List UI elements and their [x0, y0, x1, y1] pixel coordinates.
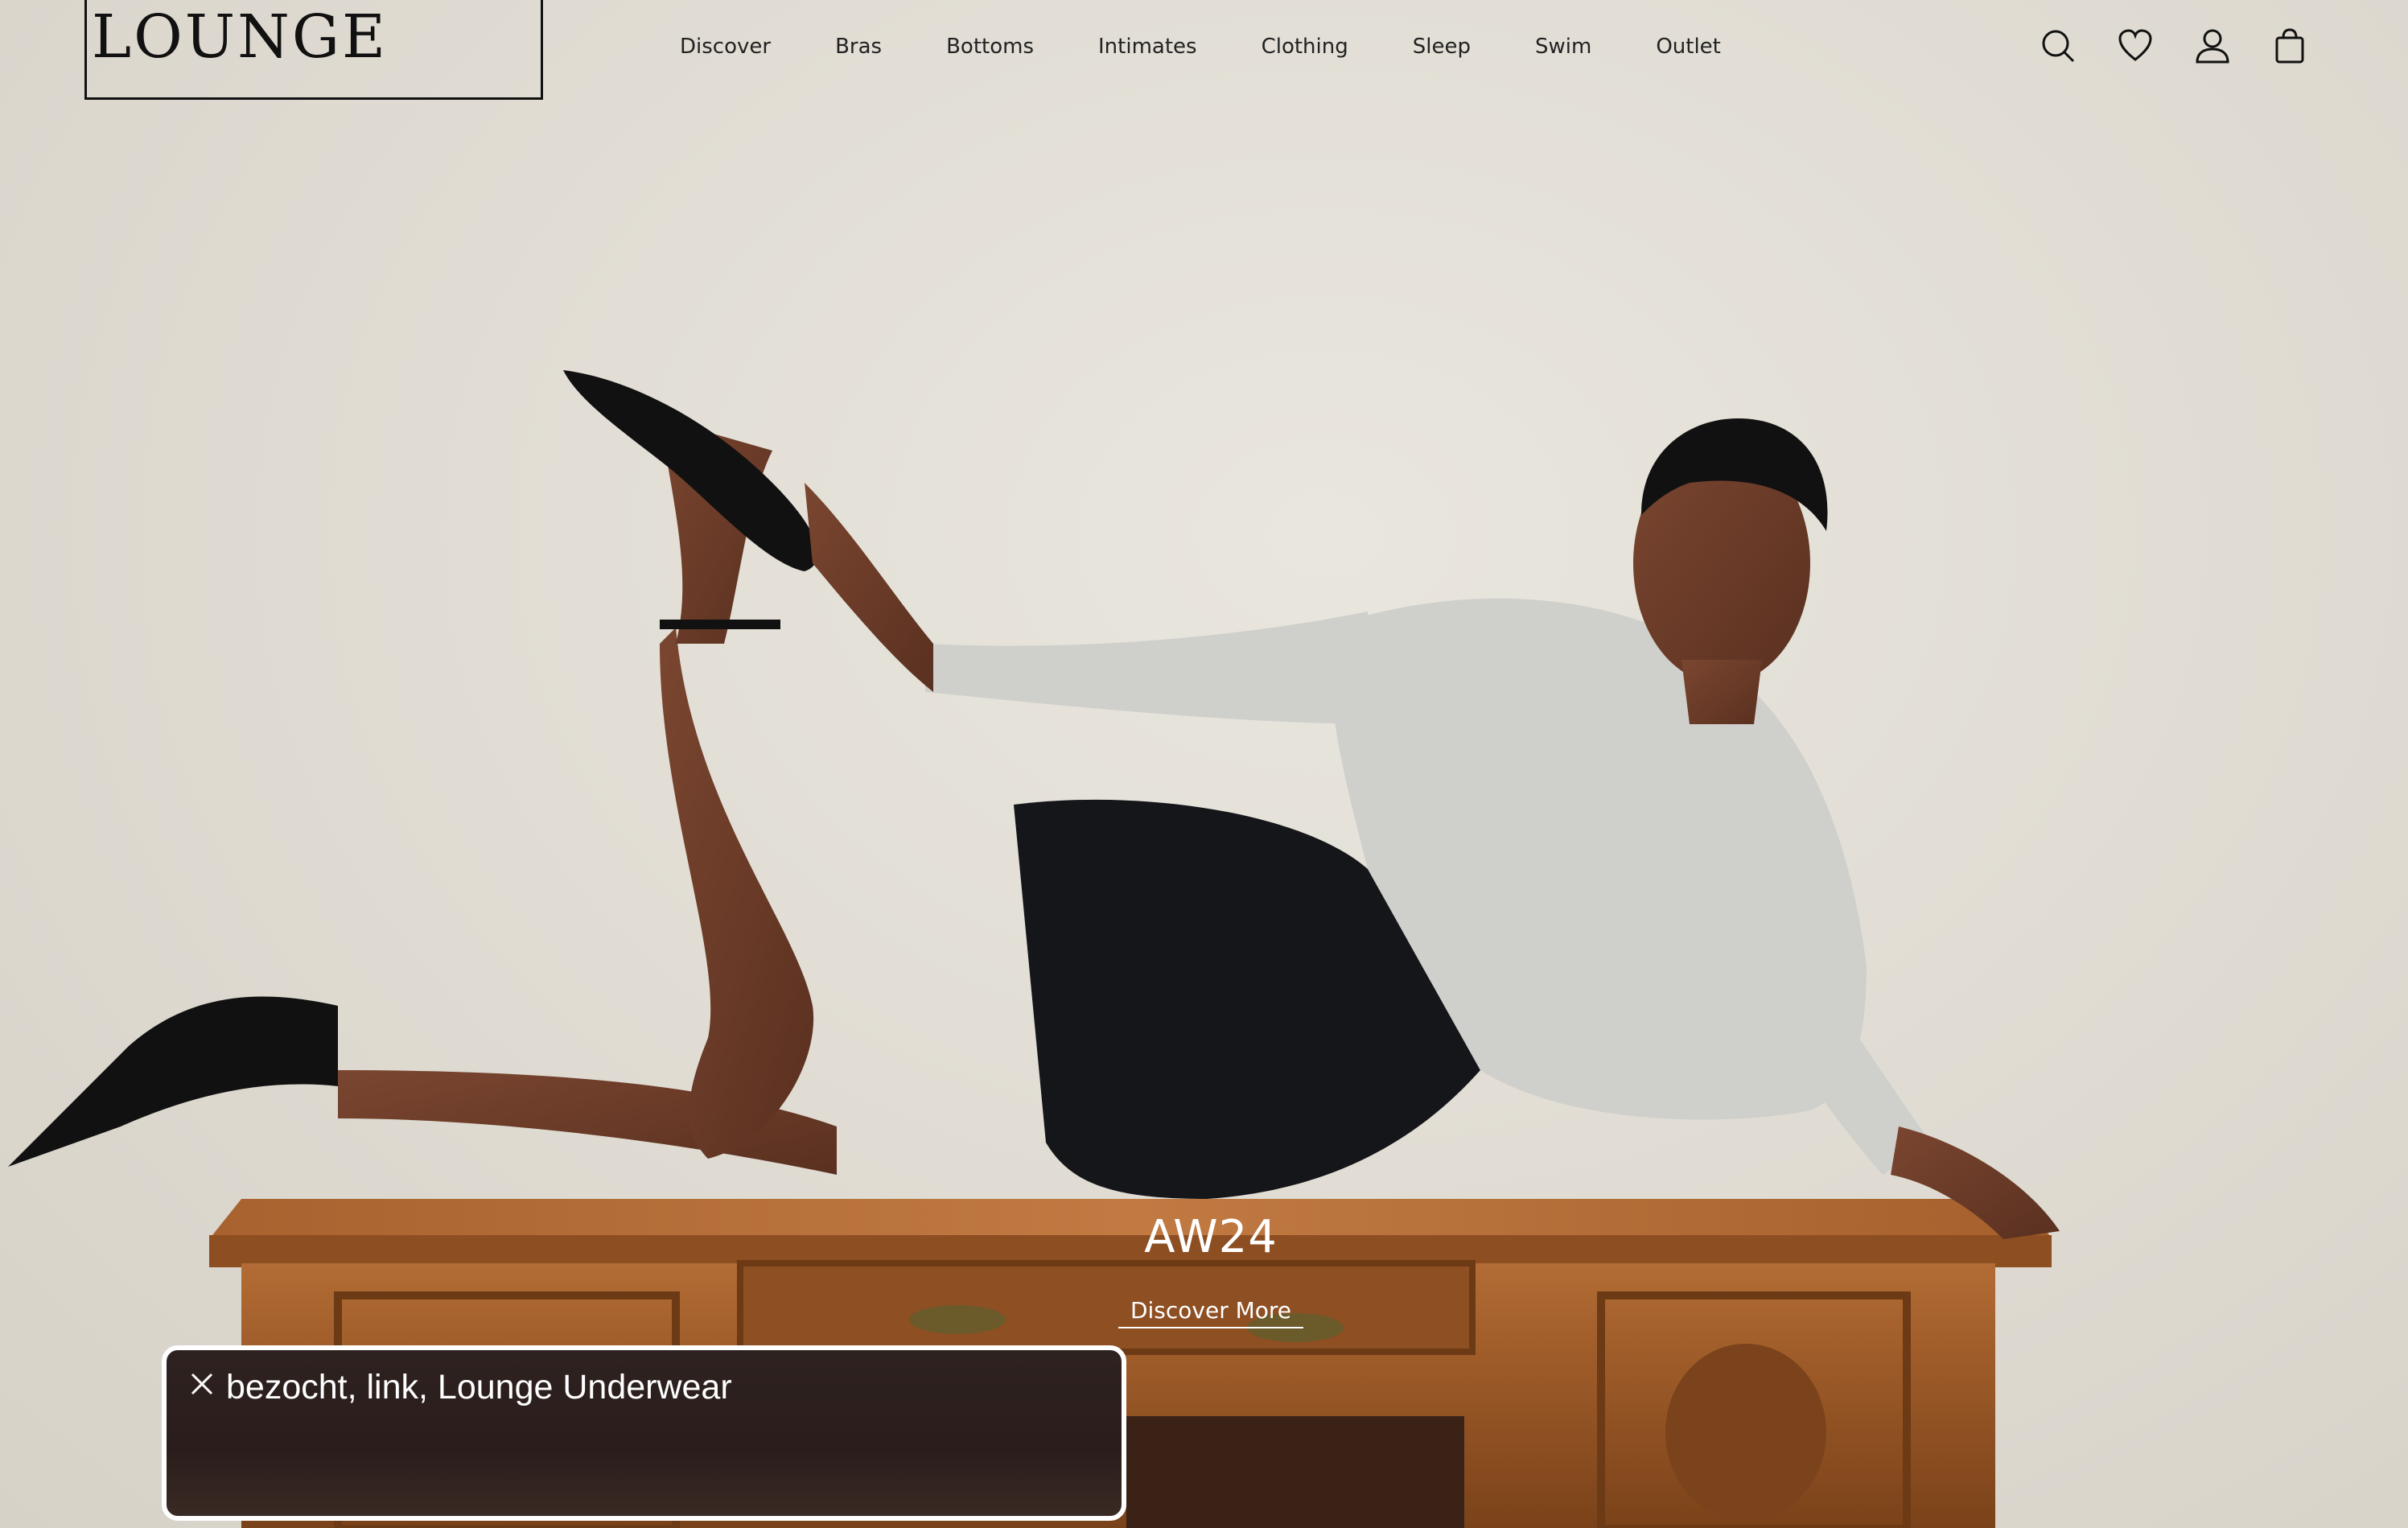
nav-item-discover[interactable]: Discover — [680, 31, 771, 63]
logo: LOUNGE — [92, 2, 389, 72]
discover-more-link[interactable]: Discover More — [1118, 1297, 1303, 1328]
bag-icon[interactable] — [2271, 27, 2308, 64]
voiceover-caption: bezocht, link, Lounge Underwear — [162, 1345, 1126, 1521]
caption-text: bezocht, link, Lounge Underwear — [226, 1368, 732, 1407]
nav-item-sleep[interactable]: Sleep — [1413, 31, 1471, 63]
site-header: LOUNGE Discover Bras Bottoms Intimates C… — [0, 0, 2408, 105]
nav-item-bras[interactable]: Bras — [835, 31, 882, 63]
close-icon[interactable] — [189, 1371, 215, 1397]
nav-item-outlet[interactable]: Outlet — [1656, 31, 1721, 63]
account-icon[interactable] — [2194, 27, 2231, 64]
utility-icons — [2040, 27, 2308, 64]
heart-icon[interactable] — [2117, 27, 2154, 64]
logo-link[interactable]: LOUNGE — [84, 0, 543, 100]
main-nav: Discover Bras Bottoms Intimates Clothing… — [680, 31, 1721, 63]
search-icon[interactable] — [2040, 27, 2077, 64]
nav-item-clothing[interactable]: Clothing — [1262, 31, 1348, 63]
nav-item-bottoms[interactable]: Bottoms — [946, 31, 1034, 63]
nav-item-intimates[interactable]: Intimates — [1098, 31, 1197, 63]
hero-title: AW24 — [1144, 1211, 1278, 1263]
nav-item-swim[interactable]: Swim — [1535, 31, 1591, 63]
